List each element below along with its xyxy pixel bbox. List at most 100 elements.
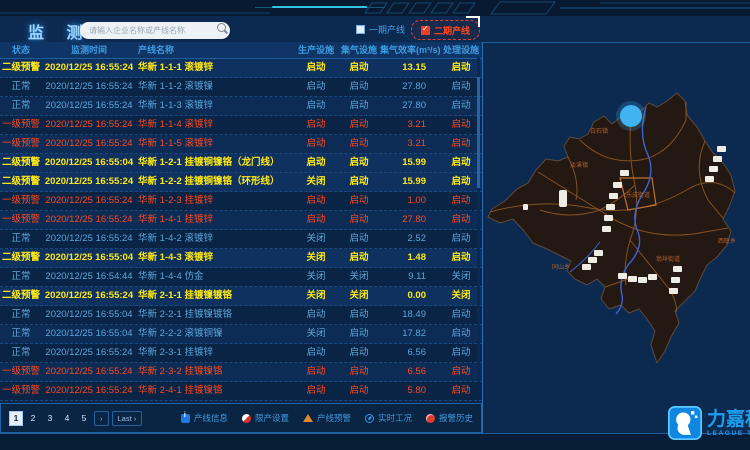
legend-item[interactable]: 限产设置: [242, 412, 289, 424]
limit-icon: [242, 414, 251, 423]
table-row[interactable]: 正常2020/12/25 16:55:24华新 1-1-2 滚镀镍启动启动27.…: [0, 78, 482, 97]
cell-eff: 1.00: [380, 192, 440, 210]
legend-item[interactable]: 实时工况: [365, 412, 412, 424]
cell-gas: 启动: [338, 116, 380, 134]
table-row[interactable]: 正常2020/12/25 16:55:24华新 1-4-2 滚镀锌关闭启动2.5…: [0, 230, 482, 249]
table-row[interactable]: 二级预警2020/12/25 16:55:24华新 1-1-1 滚镀锌启动启动1…: [0, 59, 482, 78]
table-row[interactable]: 二级预警2020/12/25 16:55:24华新 1-2-2 挂镀铜镍铬（环形…: [0, 173, 482, 192]
table-row[interactable]: 正常2020/12/25 16:55:24华新 2-3-1 挂镀锌启动启动6.5…: [0, 344, 482, 363]
cell-time: 2020/12/25 16:55:04: [42, 154, 136, 172]
cell-gas: 启动: [338, 154, 380, 172]
cell-prod: 启动: [294, 382, 338, 400]
cell-time: 2020/12/25 16:55:24: [42, 363, 136, 381]
page-button-4[interactable]: 4: [60, 411, 74, 426]
legend: 产线信息 限产设置 产线预警 实时工况 报警历史: [181, 412, 473, 424]
cell-status: 一级预警: [0, 135, 42, 153]
cell-eff: 1.48: [380, 249, 440, 267]
page-button-3[interactable]: 3: [43, 411, 57, 426]
column-header: 状态: [0, 42, 42, 58]
table-row[interactable]: 一级预警2020/12/25 16:55:24华新 2-3-2 挂镀镍铬启动启动…: [0, 363, 482, 382]
cell-prod: 关闭: [294, 230, 338, 248]
cell-time: 2020/12/25 16:55:24: [42, 97, 136, 115]
legend-item[interactable]: 报警历史: [426, 412, 473, 424]
alarm-icon: [426, 414, 435, 423]
table-row[interactable]: 正常2020/12/25 16:54:44华新 1-4-4 仿金关闭关闭9.11…: [0, 268, 482, 287]
brand-name-en: LEAGUE TECH: [707, 430, 750, 437]
legend-label: 限产设置: [255, 412, 289, 424]
last-page-button[interactable]: Last ›: [112, 411, 143, 426]
legend-item[interactable]: 产线信息: [181, 412, 228, 424]
map-cluster-marker[interactable]: [620, 105, 642, 127]
table-body: 二级预警2020/12/25 16:55:24华新 1-1-1 滚镀锌启动启动1…: [0, 59, 482, 401]
cell-status: 正常: [0, 268, 42, 286]
cell-line: 华新 1-4-4 仿金: [136, 268, 294, 286]
warning-icon: [303, 414, 313, 422]
cell-eff: 3.21: [380, 135, 440, 153]
search-icon[interactable]: [217, 23, 226, 32]
gauge-icon: [365, 414, 374, 423]
page-button-5[interactable]: 5: [77, 411, 91, 426]
cell-prod: 关闭: [294, 287, 338, 305]
next-page-button[interactable]: ›: [94, 411, 109, 426]
map-panel[interactable]: 白石镇淡溪镇乐成街道翁垟街道西联乡同山乡: [480, 42, 750, 433]
corner-bracket: [466, 16, 480, 27]
header-bar: 监 测 一期产线 二期产线: [0, 16, 750, 43]
cell-line: 华新 1-2-2 挂镀铜镍铬（环形线）: [136, 173, 294, 191]
cell-eff: 13.15: [380, 59, 440, 77]
phase1-filter[interactable]: 一期产线: [356, 23, 405, 36]
cell-status: 正常: [0, 230, 42, 248]
cell-treat: 启动: [440, 59, 482, 77]
table-row[interactable]: 正常2020/12/25 16:55:04华新 2-2-1 挂镀镍镀铬启动启动1…: [0, 306, 482, 325]
cell-prod: 关闭: [294, 249, 338, 267]
cell-status: 二级预警: [0, 59, 42, 77]
cell-prod: 关闭: [294, 173, 338, 191]
page-button-1[interactable]: 1: [9, 411, 23, 426]
column-header: 监测时间: [42, 42, 136, 58]
cell-gas: 关闭: [338, 268, 380, 286]
phase1-checkbox[interactable]: [356, 25, 365, 34]
district-map[interactable]: [480, 60, 750, 375]
cell-time: 2020/12/25 16:55:24: [42, 135, 136, 153]
cell-eff: 27.80: [380, 78, 440, 96]
table-row[interactable]: 二级预警2020/12/25 16:55:04华新 1-2-1 挂镀铜镍铬（龙门…: [0, 154, 482, 173]
table-row[interactable]: 一级预警2020/12/25 16:55:24华新 1-4-1 挂镀锌启动启动2…: [0, 211, 482, 230]
table-row[interactable]: 一级预警2020/12/25 16:55:24华新 1-1-5 滚镀锌启动启动3…: [0, 135, 482, 154]
page-button-2[interactable]: 2: [26, 411, 40, 426]
phase2-checkbox[interactable]: [421, 26, 430, 35]
cell-gas: 启动: [338, 325, 380, 343]
table-row[interactable]: 一级预警2020/12/25 16:55:24华新 2-4-1 挂镀镍铬启动启动…: [0, 382, 482, 401]
cell-eff: 0.00: [380, 287, 440, 305]
table-row[interactable]: 一级预警2020/12/25 16:55:24华新 1-2-3 挂镀锌启动启动1…: [0, 192, 482, 211]
cell-status: 二级预警: [0, 249, 42, 267]
cell-treat: 启动: [440, 363, 482, 381]
info-icon: [181, 414, 190, 423]
table-row[interactable]: 正常2020/12/25 16:55:24华新 1-1-3 滚镀锌启动启动27.…: [0, 97, 482, 116]
cell-line: 华新 1-4-2 滚镀锌: [136, 230, 294, 248]
column-header: 产线名称: [136, 42, 294, 58]
cell-line: 华新 1-4-3 滚镀锌: [136, 249, 294, 267]
cell-eff: 3.21: [380, 116, 440, 134]
cell-time: 2020/12/25 16:55:24: [42, 382, 136, 400]
table-row[interactable]: 二级预警2020/12/25 16:55:24华新 2-1-1 挂镀镍镀铬关闭关…: [0, 287, 482, 306]
cell-line: 华新 1-1-2 滚镀镍: [136, 78, 294, 96]
table-row[interactable]: 二级预警2020/12/25 16:55:04华新 1-4-3 滚镀锌关闭启动1…: [0, 249, 482, 268]
table-row[interactable]: 正常2020/12/25 16:55:04华新 2-2-2 滚镀铜镍关闭启动17…: [0, 325, 482, 344]
table-row[interactable]: 一级预警2020/12/25 16:55:24华新 1-1-4 滚镀锌启动启动3…: [0, 116, 482, 135]
cell-treat: 启动: [440, 78, 482, 96]
cell-gas: 启动: [338, 192, 380, 210]
cell-eff: 6.56: [380, 344, 440, 362]
cell-gas: 启动: [338, 363, 380, 381]
cell-gas: 启动: [338, 249, 380, 267]
cell-treat: 启动: [440, 211, 482, 229]
column-header: 集气效率(m³/s): [380, 42, 440, 58]
cell-gas: 启动: [338, 382, 380, 400]
search-box[interactable]: [80, 20, 230, 37]
cell-time: 2020/12/25 16:55:04: [42, 325, 136, 343]
cell-treat: 启动: [440, 306, 482, 324]
cell-line: 华新 1-1-5 滚镀锌: [136, 135, 294, 153]
cell-status: 正常: [0, 344, 42, 362]
cell-time: 2020/12/25 16:55:24: [42, 59, 136, 77]
cell-time: 2020/12/25 16:55:24: [42, 173, 136, 191]
legend-item[interactable]: 产线预警: [303, 412, 351, 424]
search-input[interactable]: [80, 22, 230, 39]
